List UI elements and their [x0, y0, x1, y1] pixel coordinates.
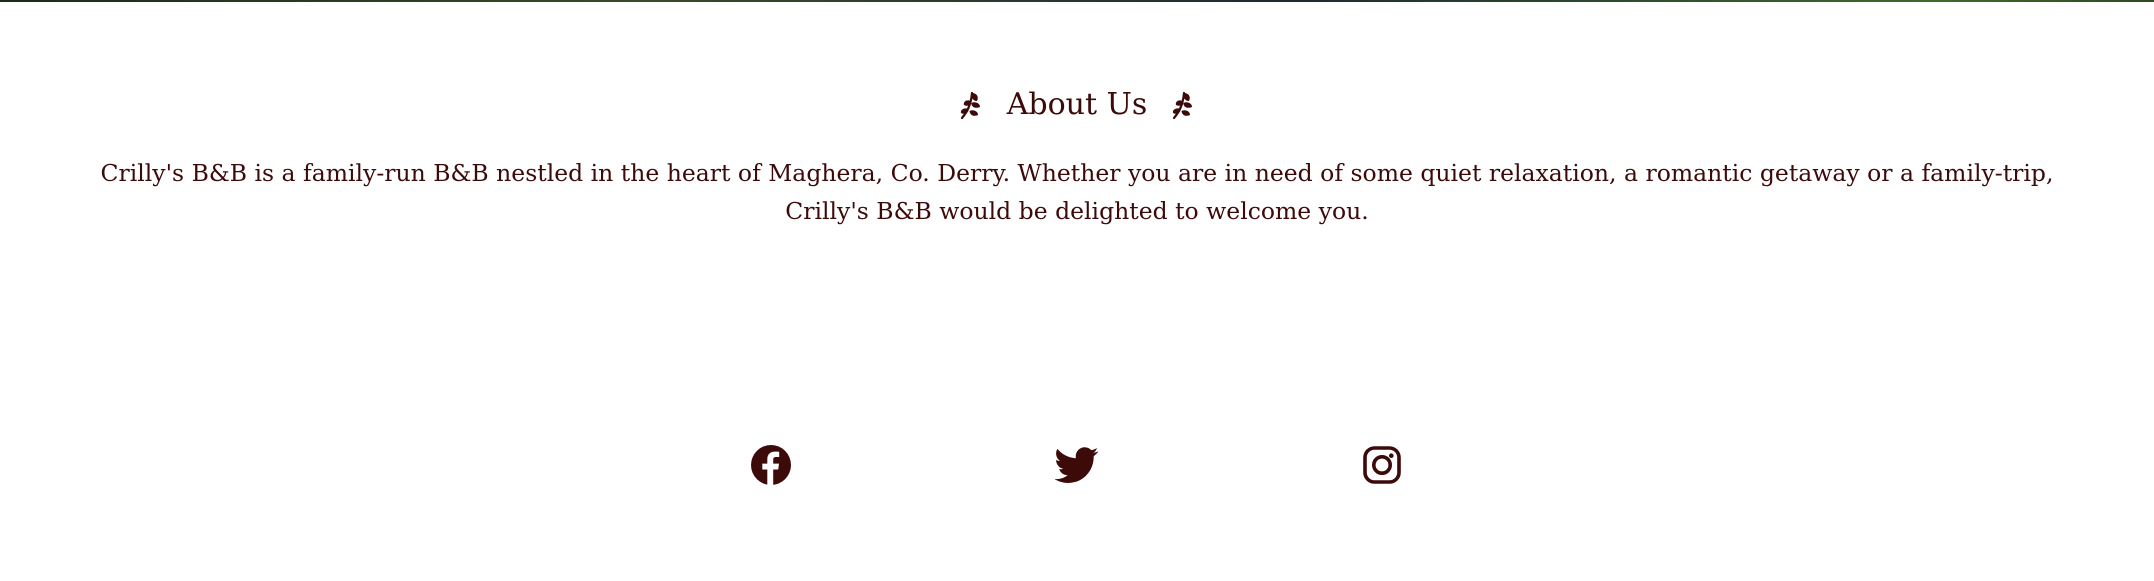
top-image-edge	[0, 0, 2154, 2]
instagram-link[interactable]	[1360, 443, 1404, 487]
instagram-icon	[1360, 443, 1404, 487]
twitter-icon	[1055, 443, 1099, 487]
leaf-sprig-icon	[957, 90, 985, 120]
section-title: About Us	[1006, 87, 1148, 122]
facebook-icon	[749, 443, 793, 487]
leaf-sprig-icon	[1169, 90, 1197, 120]
about-paragraph: Crilly's B&B is a family-run B&B nestled…	[100, 159, 2054, 225]
section-heading-row: About Us	[0, 80, 2154, 130]
about-section: About Us Crilly's B&B is a family-run B&…	[0, 80, 2154, 230]
twitter-link[interactable]	[1055, 443, 1099, 487]
social-links	[0, 443, 2154, 487]
facebook-link[interactable]	[749, 443, 793, 487]
